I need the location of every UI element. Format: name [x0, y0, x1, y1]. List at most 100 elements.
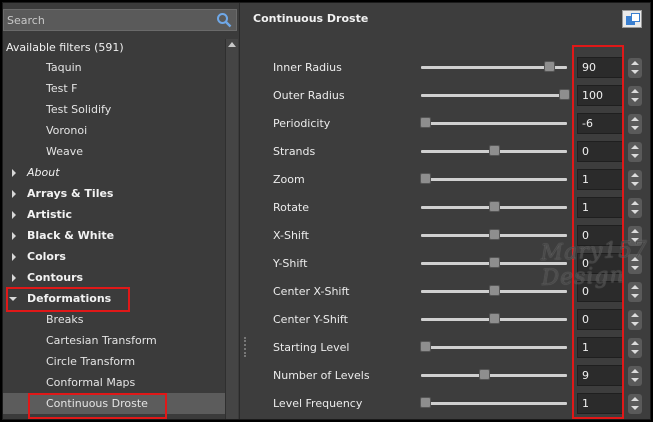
filter-label: Taquin [46, 61, 82, 74]
parameter-value-field[interactable]: 0 [577, 253, 623, 274]
expand-right-icon[interactable] [12, 190, 16, 198]
slider-handle[interactable] [559, 89, 571, 100]
parameter-slider[interactable] [421, 369, 567, 380]
slider-handle[interactable] [489, 229, 500, 240]
slider-handle[interactable] [489, 313, 500, 324]
parameter-label: Y-Shift [273, 257, 308, 270]
parameter-label: Strands [273, 145, 316, 158]
expand-down-icon[interactable] [9, 297, 17, 301]
filter-category[interactable]: Deformations [3, 288, 225, 309]
parameter-slider[interactable] [420, 173, 567, 184]
slider-handle[interactable] [489, 201, 500, 212]
filter-item[interactable]: Test F [3, 78, 225, 99]
parameter-slider[interactable] [421, 257, 567, 268]
parameter-value-field[interactable]: 1 [577, 337, 623, 358]
parameter-slider[interactable] [420, 117, 567, 128]
filter-item[interactable]: Test Solidify [3, 99, 225, 120]
expand-right-icon[interactable] [12, 169, 16, 177]
slider-handle[interactable] [489, 285, 500, 296]
parameter-slider[interactable] [421, 201, 567, 212]
expand-right-icon[interactable] [12, 211, 16, 219]
spin-arrows-icon[interactable] [628, 282, 642, 302]
parameter-value-field[interactable]: 9 [577, 365, 623, 386]
parameter-label: Outer Radius [273, 89, 345, 102]
parameter-slider[interactable] [420, 397, 567, 408]
spin-arrows-icon[interactable] [628, 142, 642, 162]
filter-label: Deformations [27, 292, 112, 305]
parameter-label: Level Frequency [273, 397, 363, 410]
filter-list-scrollbar[interactable] [225, 39, 238, 419]
filter-label: Weave [46, 145, 84, 158]
spin-arrows-icon[interactable] [628, 226, 642, 246]
filter-label: Breaks [46, 313, 84, 326]
search-icon[interactable] [216, 12, 232, 28]
filter-item[interactable]: Circle Transform [3, 351, 225, 372]
gmic-filter-window: Available filters (591) Taquin Test F Test… [2, 2, 651, 420]
parameter-value-field[interactable]: 100 [577, 85, 623, 106]
filter-item[interactable]: Continuous Droste [3, 393, 225, 414]
parameter-row: Strands 0 [241, 137, 650, 165]
filter-category[interactable]: Colors [3, 246, 225, 267]
parameter-row: Level Frequency 1 [241, 389, 650, 417]
parameter-row: Periodicity -6 [241, 109, 650, 137]
parameter-row: Number of Levels 9 [241, 361, 650, 389]
filter-item[interactable]: Conformal Maps [3, 372, 225, 393]
scroll-up-icon[interactable] [228, 42, 236, 47]
search-box[interactable] [3, 9, 237, 31]
parameter-slider[interactable] [420, 341, 567, 352]
slider-handle[interactable] [420, 397, 432, 408]
parameter-value-field[interactable]: 90 [577, 57, 623, 78]
parameter-value-field[interactable]: 0 [577, 141, 623, 162]
parameter-slider[interactable] [421, 89, 571, 100]
expand-right-icon[interactable] [12, 253, 16, 261]
filter-category[interactable]: Arrays & Tiles [3, 183, 225, 204]
slider-handle[interactable] [489, 145, 500, 156]
expand-right-icon[interactable] [12, 232, 16, 240]
parameter-value-field[interactable]: 0 [577, 281, 623, 302]
filter-item[interactable]: Breaks [3, 309, 225, 330]
parameter-label: Rotate [273, 201, 310, 214]
spin-arrows-icon[interactable] [628, 338, 642, 358]
slider-handle[interactable] [420, 341, 432, 352]
slider-handle[interactable] [478, 369, 490, 380]
filter-label: Artistic [27, 208, 73, 221]
slider-handle[interactable] [489, 257, 500, 268]
spin-arrows-icon[interactable] [628, 86, 642, 106]
spin-arrows-icon[interactable] [628, 114, 642, 134]
spin-arrows-icon[interactable] [628, 170, 642, 190]
parameter-slider[interactable] [421, 61, 567, 72]
preview-toggle-icon[interactable] [622, 10, 642, 28]
filter-title: Continuous Droste [253, 12, 369, 25]
parameter-value-field[interactable]: 1 [577, 197, 623, 218]
filter-label: Colors [27, 250, 66, 263]
filter-item[interactable]: Voronoi [3, 120, 225, 141]
parameter-value-field[interactable]: 0 [577, 225, 623, 246]
parameter-slider[interactable] [421, 313, 567, 324]
spin-arrows-icon[interactable] [628, 310, 642, 330]
filter-category[interactable]: About [3, 162, 225, 183]
parameter-slider[interactable] [421, 285, 567, 296]
filter-item[interactable]: Weave [3, 141, 225, 162]
filter-category[interactable]: Contours [3, 267, 225, 288]
filter-category[interactable]: Artistic [3, 204, 225, 225]
parameter-value-field[interactable]: 1 [577, 169, 623, 190]
parameter-slider[interactable] [421, 145, 567, 156]
search-input[interactable] [7, 12, 212, 28]
spin-arrows-icon[interactable] [628, 254, 642, 274]
slider-handle[interactable] [420, 117, 432, 128]
parameter-label: Starting Level [273, 341, 350, 354]
slider-handle[interactable] [544, 61, 556, 72]
filter-item[interactable]: Cartesian Transform [3, 330, 225, 351]
spin-arrows-icon[interactable] [628, 366, 642, 386]
expand-right-icon[interactable] [12, 274, 16, 282]
spin-arrows-icon[interactable] [628, 394, 642, 414]
parameter-value-field[interactable]: 0 [577, 309, 623, 330]
filter-category[interactable]: Black & White [3, 225, 225, 246]
spin-arrows-icon[interactable] [628, 198, 642, 218]
parameter-value-field[interactable]: 1 [577, 393, 623, 414]
parameter-value-field[interactable]: -6 [577, 113, 623, 134]
filter-item[interactable]: Taquin [3, 57, 225, 78]
parameter-slider[interactable] [421, 229, 567, 240]
slider-handle[interactable] [420, 173, 432, 184]
spin-arrows-icon[interactable] [628, 58, 642, 78]
